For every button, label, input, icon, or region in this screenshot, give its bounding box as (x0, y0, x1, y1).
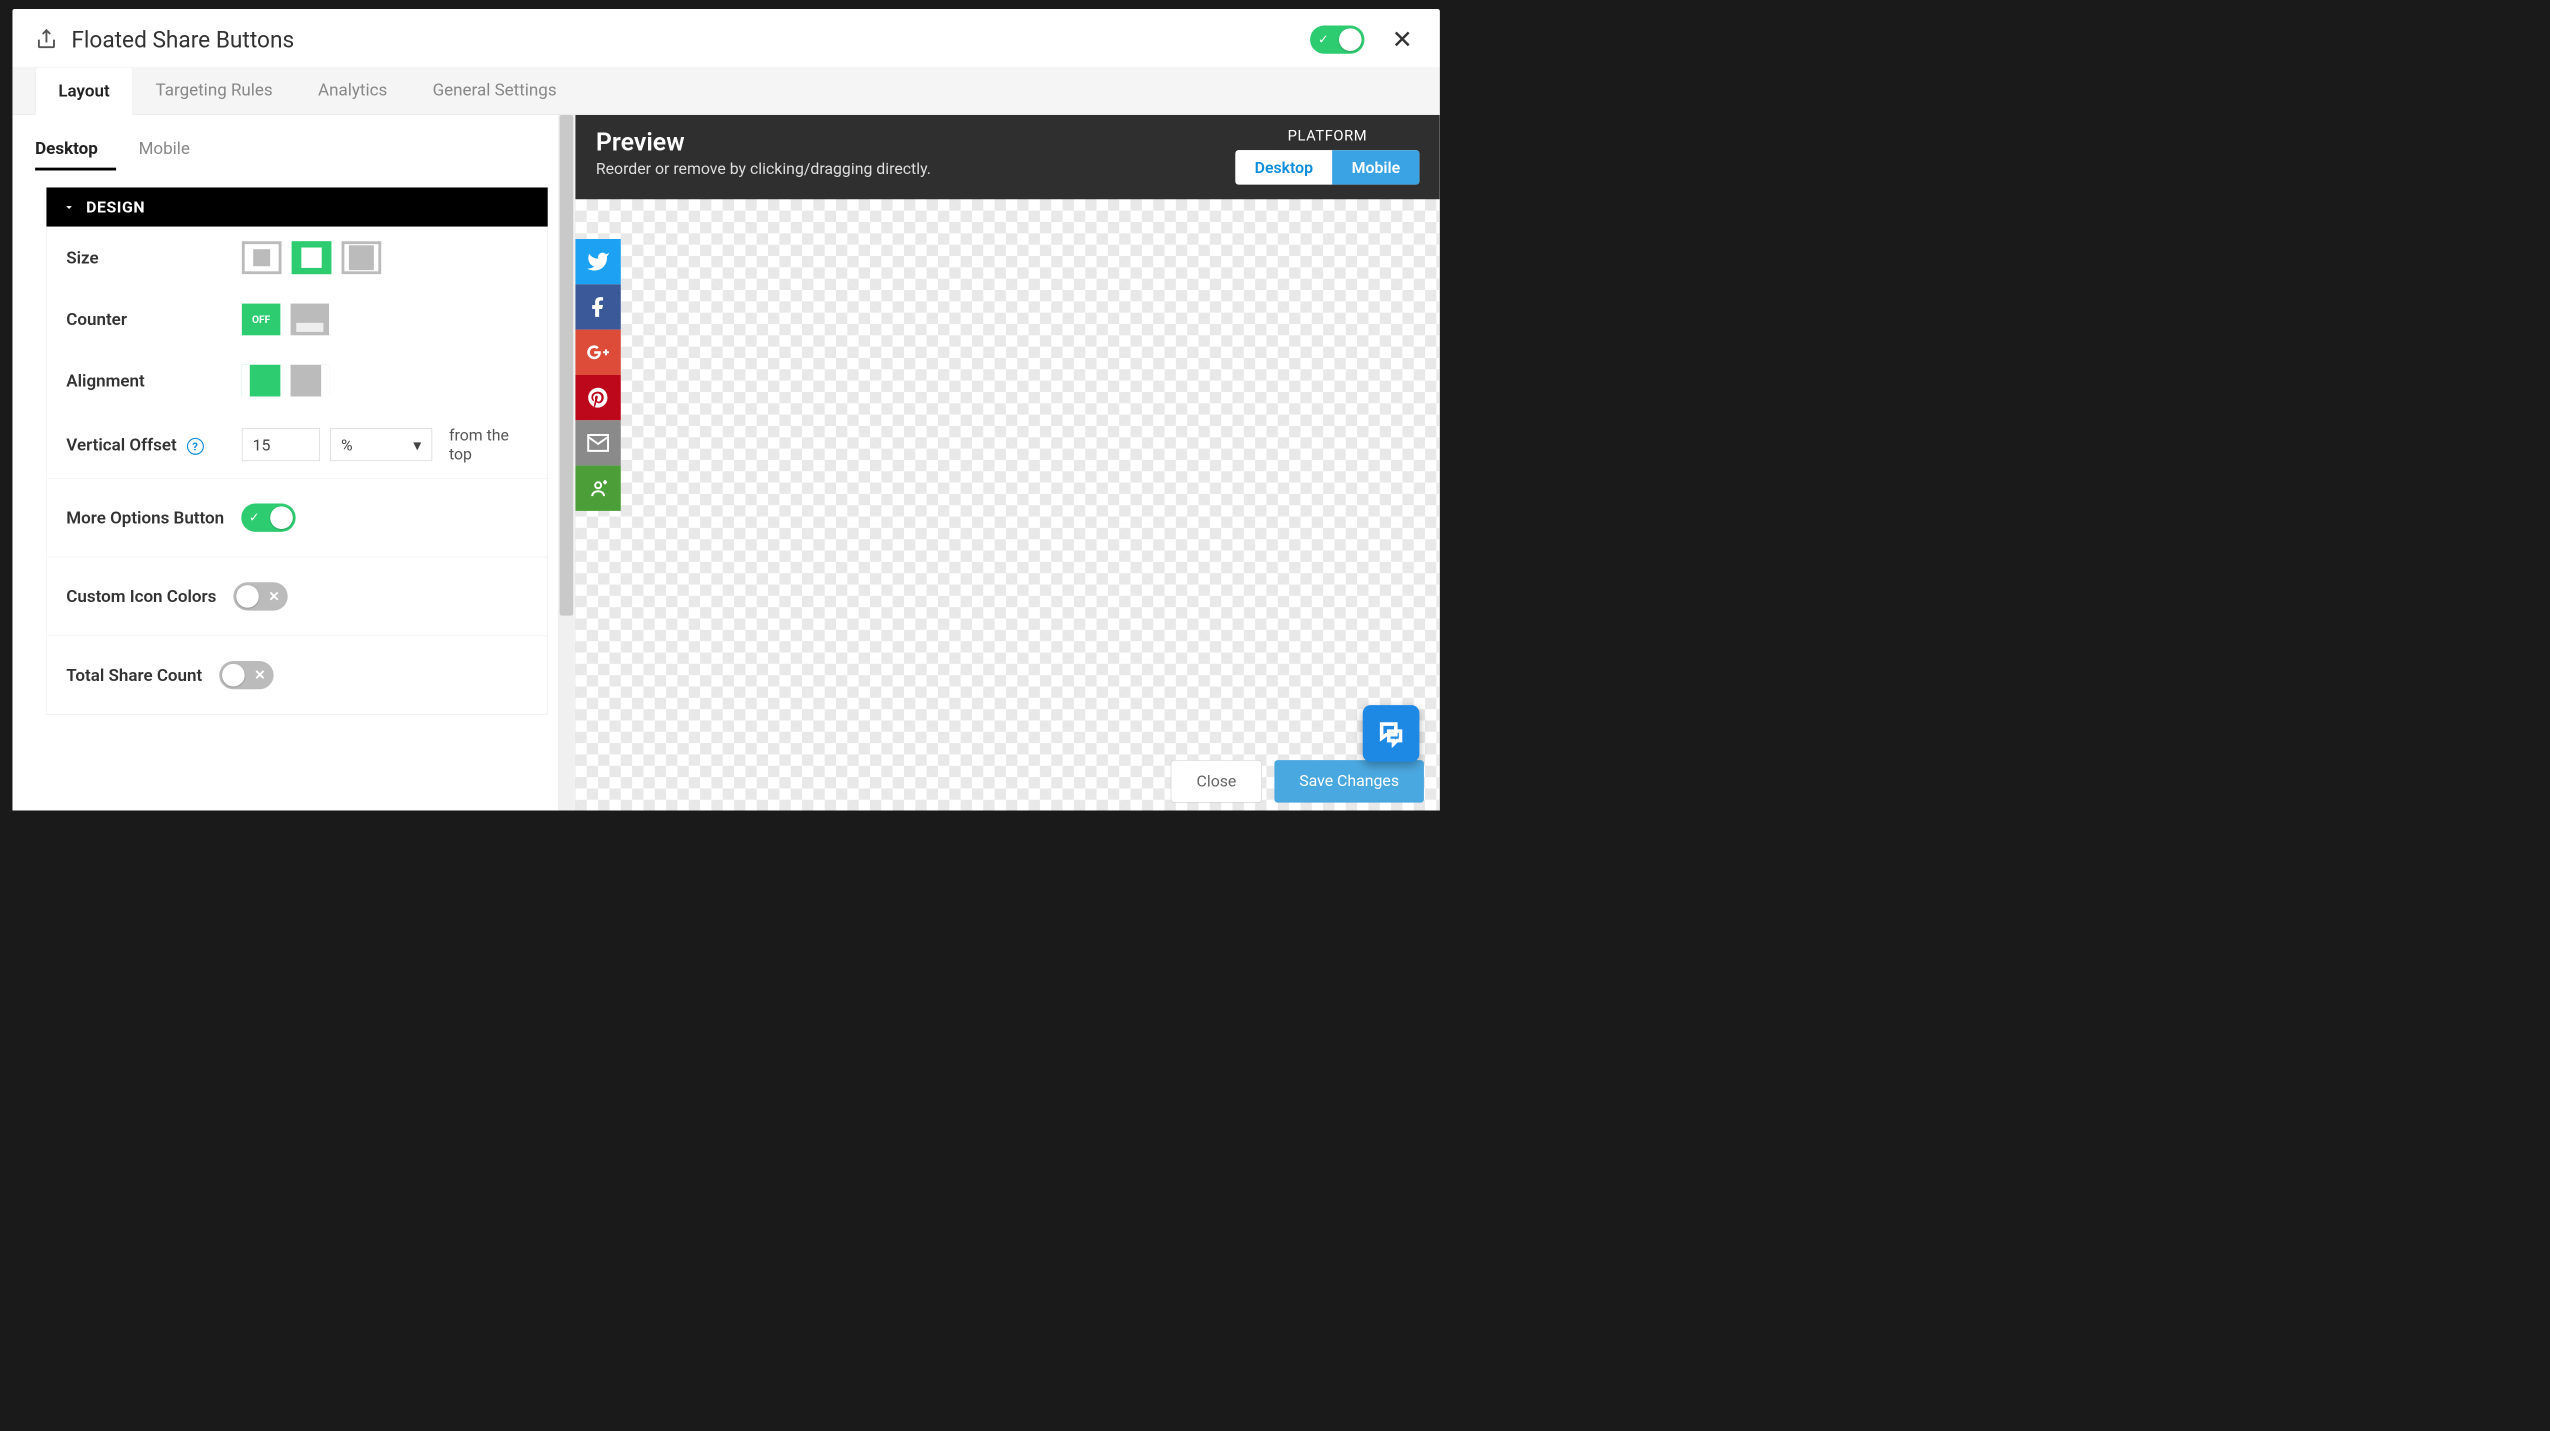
close-button[interactable]: Close (1171, 760, 1262, 802)
size-option-large[interactable] (342, 241, 382, 274)
scrollbar-thumb[interactable] (560, 115, 574, 616)
scrollbar[interactable] (558, 115, 575, 811)
size-label: Size (66, 248, 242, 268)
share-btn-pinterest[interactable] (575, 375, 620, 420)
more-options-toggle[interactable]: ✓ (241, 504, 295, 532)
twitter-icon (586, 250, 610, 274)
share-btn-email[interactable] (575, 420, 620, 465)
size-option-small[interactable] (242, 241, 282, 274)
alignment-label: Alignment (66, 371, 242, 391)
row-vertical-offset: Vertical Offset ? % ▾ from the top (47, 411, 547, 478)
total-share-label: Total Share Count (66, 665, 202, 685)
counter-option-off[interactable]: OFF (242, 304, 281, 336)
align-option-right[interactable] (291, 365, 330, 397)
counter-label: Counter (66, 310, 242, 330)
check-icon: ✓ (1318, 33, 1328, 47)
check-icon: ✓ (249, 511, 259, 525)
subtab-desktop[interactable]: Desktop (35, 131, 116, 171)
voffset-label: Vertical Offset ? (66, 435, 242, 455)
chevron-down-icon (62, 200, 76, 214)
voffset-input[interactable] (242, 428, 320, 461)
counter-option-on[interactable] (291, 304, 330, 336)
more-icon (586, 476, 610, 500)
save-button[interactable]: Save Changes (1274, 760, 1424, 802)
size-option-medium[interactable] (292, 241, 332, 274)
share-btn-googleplus[interactable] (575, 330, 620, 375)
voffset-suffix: from the top (449, 426, 528, 463)
chat-icon (1377, 719, 1405, 747)
modal-header: Floated Share Buttons ✓ ✕ (12, 9, 1439, 67)
share-icon (35, 28, 58, 51)
tab-layout[interactable]: Layout (35, 67, 133, 115)
platform-btn-desktop[interactable]: Desktop (1235, 150, 1332, 185)
row-total-share: Total Share Count ✕ (47, 636, 547, 715)
left-panel: Desktop Mobile DESIGN Size (12, 115, 575, 811)
modal-title: Floated Share Buttons (71, 26, 1310, 53)
platform-btn-mobile[interactable]: Mobile (1332, 150, 1419, 185)
align-option-left[interactable] (242, 365, 281, 397)
chat-fab[interactable] (1363, 705, 1420, 762)
design-section-label: DESIGN (86, 198, 145, 217)
platform-switcher: Desktop Mobile (1235, 150, 1419, 185)
facebook-icon (586, 295, 610, 319)
googleplus-icon (586, 340, 610, 364)
platform-label: PLATFORM (1235, 127, 1419, 144)
share-button-column (575, 239, 620, 511)
x-icon: ✕ (268, 588, 279, 604)
settings-modal: Floated Share Buttons ✓ ✕ Layout Targeti… (12, 9, 1439, 810)
tab-general[interactable]: General Settings (410, 67, 579, 115)
share-btn-twitter[interactable] (575, 239, 620, 284)
tab-targeting[interactable]: Targeting Rules (133, 67, 295, 115)
design-section-header[interactable]: DESIGN (46, 187, 547, 226)
total-share-toggle[interactable]: ✕ (219, 661, 273, 689)
row-counter: Counter OFF (47, 289, 547, 350)
row-alignment: Alignment (47, 350, 547, 411)
close-icon[interactable]: ✕ (1387, 25, 1417, 54)
pinterest-icon (586, 386, 610, 410)
subtabs: Desktop Mobile (12, 115, 574, 171)
preview-title: Preview (596, 127, 1236, 156)
row-size: Size (47, 227, 547, 289)
preview-subtitle: Reorder or remove by clicking/dragging d… (596, 159, 1236, 178)
design-section: DESIGN Size Counter OFF (46, 187, 547, 714)
preview-header: Preview Reorder or remove by clicking/dr… (575, 115, 1439, 199)
tabbar: Layout Targeting Rules Analytics General… (12, 67, 1439, 115)
email-icon (586, 431, 610, 455)
x-icon: ✕ (254, 667, 265, 683)
voffset-unit-select[interactable]: % ▾ (330, 428, 432, 461)
share-btn-facebook[interactable] (575, 284, 620, 329)
row-more-options: More Options Button ✓ (47, 478, 547, 557)
custom-colors-toggle[interactable]: ✕ (233, 582, 287, 610)
row-custom-colors: Custom Icon Colors ✕ (47, 557, 547, 636)
chevron-down-icon: ▾ (413, 435, 421, 454)
preview-canvas (575, 199, 1439, 810)
more-options-label: More Options Button (66, 508, 224, 528)
custom-colors-label: Custom Icon Colors (66, 587, 216, 607)
tab-analytics[interactable]: Analytics (295, 67, 410, 115)
footer: Close Save Changes (575, 749, 1439, 811)
help-icon[interactable]: ? (187, 438, 204, 455)
preview-panel: Preview Reorder or remove by clicking/dr… (575, 115, 1439, 811)
enable-toggle[interactable]: ✓ (1310, 25, 1364, 53)
share-btn-more[interactable] (575, 466, 620, 511)
subtab-mobile[interactable]: Mobile (139, 131, 208, 171)
